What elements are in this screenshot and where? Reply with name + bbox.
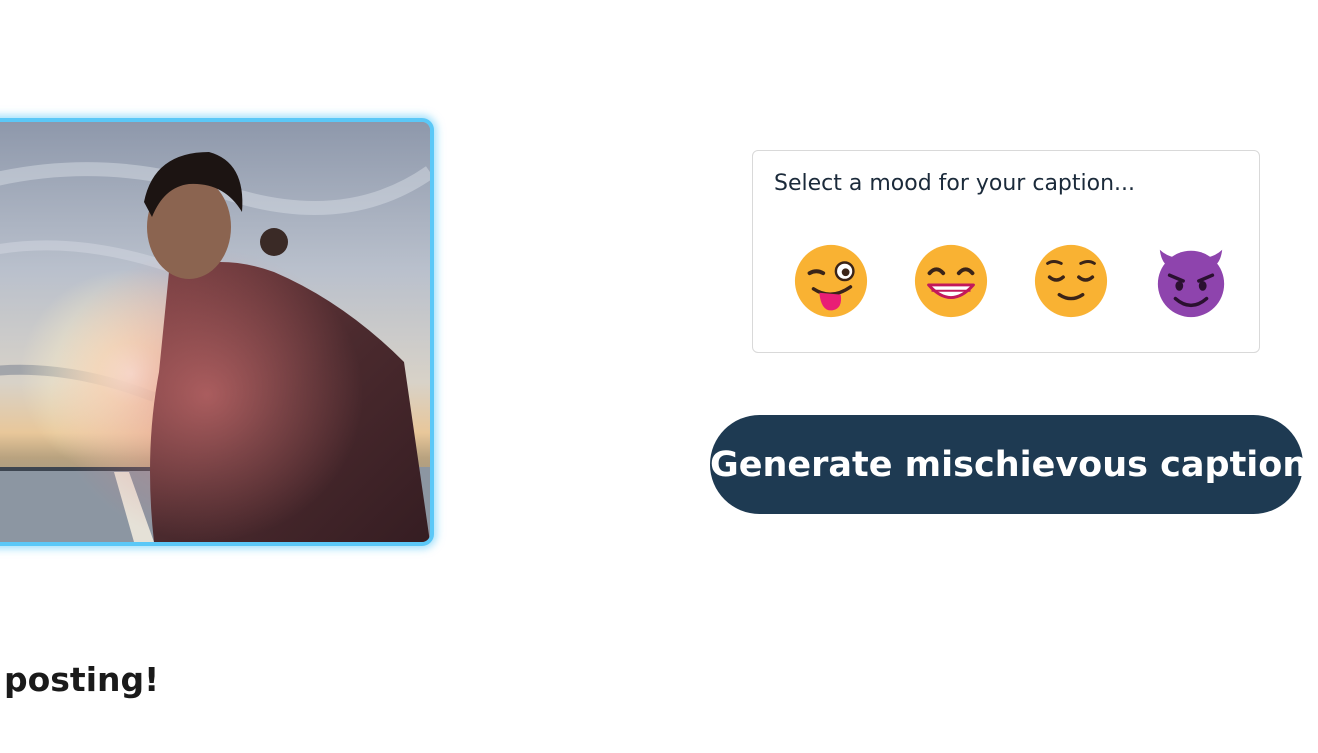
mood-options (791, 241, 1231, 321)
photo-image (0, 122, 430, 542)
grinning-emoji-icon (914, 244, 988, 318)
status-text: posting! (4, 660, 160, 699)
mood-smiling-devil-button[interactable] (1151, 241, 1231, 321)
relieved-emoji-icon (1034, 244, 1108, 318)
uploaded-photo (0, 118, 434, 546)
smiling-devil-emoji-icon (1157, 249, 1225, 318)
page: Select a mood for your caption... Genera… (0, 0, 1318, 753)
generate-caption-button[interactable]: Generate mischievous caption (710, 415, 1307, 514)
mood-winking-tongue-button[interactable] (791, 241, 871, 321)
winking-tongue-emoji-icon (794, 244, 868, 318)
mood-grinning-button[interactable] (911, 241, 991, 321)
mood-selector-card: Select a mood for your caption... (752, 150, 1260, 353)
mood-relieved-button[interactable] (1031, 241, 1111, 321)
mood-prompt: Select a mood for your caption... (774, 171, 1136, 196)
